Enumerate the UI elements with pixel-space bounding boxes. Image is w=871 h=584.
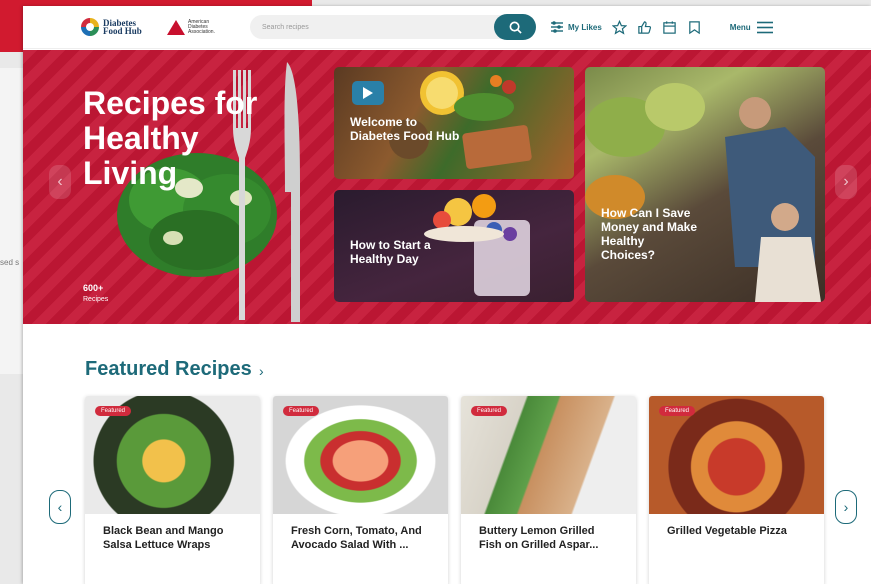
menu-label: Menu — [729, 22, 751, 32]
hero-tile-save-money[interactable]: How Can I Save Money and Make Healthy Ch… — [585, 67, 825, 302]
menu-button[interactable]: Menu — [730, 21, 773, 34]
search-input[interactable]: Search recipes — [250, 15, 520, 39]
featured-recipes-carousel: Featured Black Bean and Mango Salsa Lett… — [85, 396, 824, 584]
recipe-title: Grilled Vegetable Pizza — [667, 525, 787, 537]
header-icons: My Likes Menu — [550, 19, 773, 35]
recipe-count: 600+ — [83, 283, 104, 293]
chevron-left-icon: ‹ — [57, 173, 63, 190]
hero-tile-label: How to Start a Healthy Day — [350, 238, 431, 266]
star-icon[interactable] — [611, 19, 627, 35]
recipe-card[interactable]: Featured Black Bean and Mango Salsa Lett… — [85, 396, 260, 584]
site-header: Diabetes Food Hub American Diabetes Asso… — [23, 6, 871, 49]
hero-prev-button[interactable]: ‹ — [49, 165, 71, 199]
recipe-card[interactable]: Featured Grilled Vegetable Pizza — [649, 396, 824, 584]
chevron-right-icon: › — [843, 499, 849, 515]
recipe-image: Featured — [461, 396, 636, 514]
hero-tile-label: Welcome to Diabetes Food Hub — [350, 115, 460, 143]
chevron-right-icon[interactable]: › — [259, 363, 264, 379]
diabetes-food-hub-logo[interactable]: Diabetes Food Hub — [81, 18, 147, 36]
grocery-store-image — [585, 83, 821, 302]
recipe-title: Buttery Lemon Grilled Fish on Grilled As… — [479, 525, 599, 551]
hero-tile-welcome[interactable]: Welcome to Diabetes Food Hub — [334, 67, 574, 179]
hero-next-button[interactable]: › — [835, 165, 857, 199]
sliders-icon — [551, 21, 563, 33]
recipe-image: Featured — [85, 396, 260, 514]
carousel-prev-button[interactable]: ‹ — [49, 490, 71, 524]
hamburger-icon — [756, 21, 773, 33]
knife-image — [284, 62, 300, 322]
play-video-button[interactable] — [352, 81, 384, 105]
recipe-image: Featured — [273, 396, 448, 514]
background-app-panel — [0, 68, 24, 374]
hero-tile-label: How Can I Save Money and Make Healthy Ch… — [601, 206, 698, 262]
recipe-count-label: Recipes — [83, 296, 109, 303]
ada-logo[interactable]: American Diabetes Association. — [167, 18, 228, 35]
search-icon — [509, 21, 522, 34]
hero-banner: Recipes for Healthy Living 600+ Recipes … — [23, 50, 871, 324]
recipe-title: Fresh Corn, Tomato, And Avocado Salad Wi… — [291, 525, 422, 551]
calendar-icon[interactable] — [662, 20, 677, 35]
hero-tile-healthy-day[interactable]: How to Start a Healthy Day — [334, 190, 574, 302]
chevron-right-icon: › — [843, 173, 849, 190]
logo-text: Diabetes Food Hub — [103, 18, 142, 36]
featured-badge: Featured — [283, 406, 320, 416]
thumbs-up-icon[interactable] — [637, 20, 652, 35]
featured-recipes-heading[interactable]: Featured Recipes — [85, 358, 252, 381]
recipe-card[interactable]: Featured Fresh Corn, Tomato, And Avocado… — [273, 396, 448, 584]
featured-badge: Featured — [471, 406, 508, 416]
featured-badge: Featured — [95, 406, 132, 416]
search-button[interactable] — [494, 14, 536, 40]
background-app-text: sed s — [0, 258, 20, 267]
play-icon — [363, 87, 373, 99]
website-window: Diabetes Food Hub American Diabetes Asso… — [23, 6, 871, 584]
recipe-title: Black Bean and Mango Salsa Lettuce Wraps — [103, 525, 224, 551]
hero-title: Recipes for Healthy Living — [83, 85, 258, 191]
recipe-card[interactable]: Featured Buttery Lemon Grilled Fish on G… — [461, 396, 636, 584]
bookmark-icon[interactable] — [687, 20, 702, 35]
chevron-left-icon: ‹ — [57, 499, 63, 515]
ada-triangle-icon — [167, 19, 185, 35]
carousel-next-button[interactable]: › — [835, 490, 857, 524]
flower-logo-icon — [81, 18, 99, 36]
my-likes-link[interactable]: My Likes — [550, 20, 602, 34]
my-likes-label: My Likes — [568, 22, 602, 32]
featured-badge: Featured — [659, 406, 696, 416]
ada-logo-text: American Diabetes Association. — [188, 18, 215, 35]
recipe-image: Featured — [649, 396, 824, 514]
